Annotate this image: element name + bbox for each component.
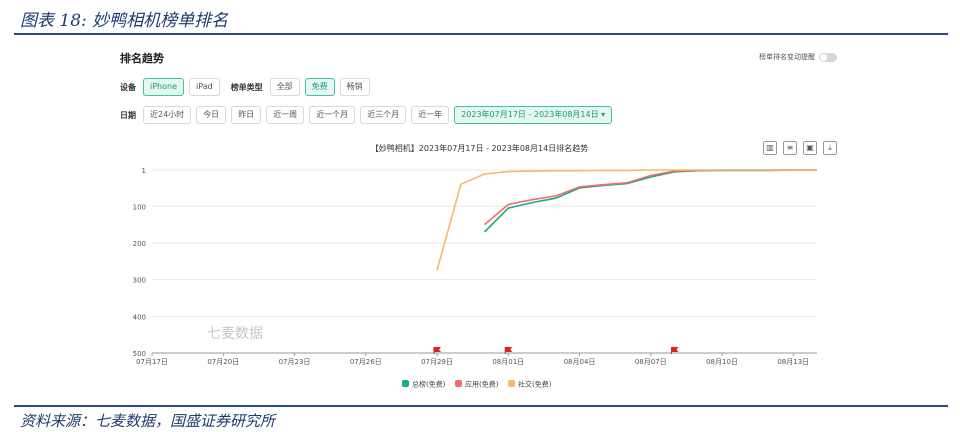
flag-shape — [671, 347, 679, 352]
y-tick-label: 500 — [133, 350, 146, 358]
flag-shape — [434, 347, 441, 352]
y-tick-label: 300 — [133, 277, 146, 285]
date-year-button[interactable]: 近一年 — [411, 106, 450, 124]
y-tick-label: 1 — [142, 167, 146, 175]
rank-alert-toggle-wrap[interactable]: 榜单排名变动提醒 — [759, 52, 837, 62]
x-tick-label: 08月10日 — [706, 358, 738, 366]
chart-title: 【妙鸭相机】2023年07月17日 - 2023年08月14日排名趋势 — [370, 144, 589, 153]
download-icon[interactable]: ⤓ — [823, 141, 837, 155]
legend-swatch — [508, 380, 515, 387]
watermark-text: 七麦数据 — [207, 326, 263, 342]
rank-alert-toggle[interactable] — [819, 52, 837, 62]
device-row: 设备 iPhone iPad 榜单类型 全部 免费 畅销 — [120, 78, 370, 96]
chart-tools: ▥ ≡ ▣ ⤓ — [763, 141, 837, 155]
series-line-2 — [436, 169, 817, 271]
x-tick-label: 07月29日 — [421, 358, 453, 366]
x-tick-label: 08月07日 — [635, 358, 667, 366]
date-24h-button[interactable]: 近24小时 — [143, 106, 192, 124]
x-tick-label: 08月04日 — [564, 358, 596, 366]
list-icon[interactable]: ≡ — [783, 141, 797, 155]
x-tick-label: 07月26日 — [350, 358, 382, 366]
y-tick-label: 200 — [133, 240, 146, 248]
date-week-button[interactable]: 近一周 — [266, 106, 305, 124]
list-type-label: 榜单类型 — [230, 82, 263, 92]
legend-item: 社交(免费) — [508, 380, 552, 389]
series-line-1 — [483, 169, 817, 226]
bar-chart-icon[interactable]: ▥ — [763, 141, 777, 155]
x-tick-label: 08月01日 — [492, 358, 524, 366]
x-tick-label: 07月20日 — [207, 358, 239, 366]
top-rule — [14, 33, 948, 35]
date-range-picker[interactable]: 2023年07月17日 - 2023年08月14日 ▾ — [454, 106, 613, 124]
legend-label: 总榜(免费) — [412, 380, 446, 389]
list-type-grossing-button[interactable]: 畅销 — [339, 78, 370, 96]
date-today-button[interactable]: 今日 — [196, 106, 227, 124]
x-tick-label: 07月17日 — [136, 358, 168, 366]
y-tick-label: 400 — [133, 313, 146, 321]
bottom-rule — [14, 405, 948, 407]
legend-label: 社交(免费) — [518, 380, 552, 389]
legend-swatch — [455, 380, 462, 387]
legend-swatch — [402, 380, 409, 387]
legend-item: 总榜(免费) — [402, 380, 446, 389]
date-label: 日期 — [120, 110, 136, 120]
date-month-button[interactable]: 近一个月 — [309, 106, 356, 124]
rank-trend-chart: 1 100 200 300 400 500 07月17日 07月20日 07月23日 07月26… — [133, 167, 817, 389]
ranking-panel: 排名趋势 榜单排名变动提醒 设备 iPhone iPad 榜单类型 全部 免费 … — [112, 40, 847, 400]
flag-shape — [505, 347, 513, 352]
list-type-all-button[interactable]: 全部 — [269, 78, 300, 96]
device-iphone-button[interactable]: iPhone — [143, 78, 185, 96]
date-yesterday-button[interactable]: 昨日 — [231, 106, 262, 124]
source-note: 资料来源：七麦数据，国盛证券研究所 — [20, 412, 276, 430]
legend-label: 应用(免费) — [465, 380, 499, 389]
x-tick-label: 08月13日 — [777, 358, 809, 366]
date-3months-button[interactable]: 近三个月 — [360, 106, 407, 124]
date-row: 日期 近24小时 今日 昨日 近一周 近一个月 近三个月 近一年 2023年07… — [120, 106, 613, 124]
section-title: 排名趋势 — [120, 52, 164, 65]
device-label: 设备 — [120, 82, 136, 92]
x-tick-label: 07月23日 — [279, 358, 311, 366]
legend-item: 应用(免费) — [455, 380, 499, 389]
toggle-label: 榜单排名变动提醒 — [759, 53, 815, 61]
series-line-0 — [483, 169, 817, 233]
figure-title: 图表 18: 妙鸭相机榜单排名 — [20, 11, 229, 31]
image-icon[interactable]: ▣ — [803, 141, 817, 155]
y-tick-label: 100 — [133, 203, 146, 211]
device-ipad-button[interactable]: iPad — [189, 78, 220, 96]
list-type-free-button[interactable]: 免费 — [304, 78, 335, 96]
